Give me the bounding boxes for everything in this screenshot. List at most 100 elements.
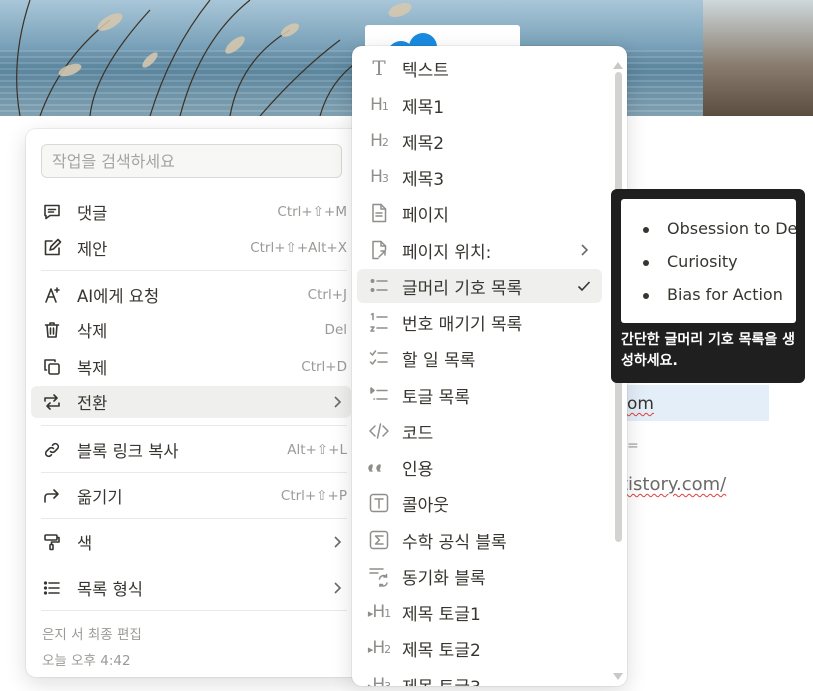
chevron-right-icon: [329, 394, 345, 410]
submenu-item-callout[interactable]: 콜아웃: [357, 486, 602, 520]
submenu-item-label: 코드: [402, 423, 434, 444]
menu-separator: [41, 425, 347, 426]
menu-item-delete[interactable]: 삭제 Del: [31, 314, 351, 346]
chevron-right-icon: [576, 242, 592, 258]
math-icon: [367, 528, 391, 552]
menu-item-turn-into[interactable]: 전환: [31, 386, 351, 418]
submenu-item-quote[interactable]: 인용: [357, 450, 602, 484]
submenu-item-heading3[interactable]: H3 제목3: [357, 160, 602, 194]
submenu-item-label: 제목 토글2: [402, 640, 481, 661]
list-format-icon: [41, 577, 63, 599]
toggle-list-icon: [367, 383, 391, 407]
menu-item-shortcut: Ctrl+⇧+P: [280, 488, 347, 504]
text-icon: T: [372, 56, 386, 80]
last-edited-by: 은지 서 최종 편집: [42, 627, 142, 643]
submenu-item-math-block[interactable]: 수학 공식 블록: [357, 523, 602, 557]
chevron-right-icon: [329, 580, 345, 596]
menu-item-color[interactable]: 색: [31, 526, 351, 558]
menu-separator: [41, 472, 347, 473]
submenu-item-code[interactable]: 코드: [357, 414, 602, 448]
preview-bullet-item: Bias for Action: [643, 285, 796, 318]
menu-item-shortcut: Del: [324, 322, 347, 338]
bulleted-list-icon: [367, 274, 391, 298]
code-icon: [367, 419, 391, 443]
scroll-down-arrow-icon[interactable]: [613, 673, 623, 680]
checkmark-icon: [576, 278, 592, 294]
submenu-item-numbered-list[interactable]: 번호 매기기 목록: [357, 305, 602, 339]
todo-list-icon: [367, 346, 391, 370]
submenu-item-label: 제목 토글1: [402, 604, 481, 625]
submenu-item-toggle-heading3[interactable]: ▸H3 제목 토글3: [357, 668, 602, 686]
menu-item-suggest[interactable]: 제안 Ctrl+⇧+Alt+X: [31, 232, 351, 264]
submenu-item-page[interactable]: 페이지: [357, 196, 602, 230]
ai-icon: [41, 284, 63, 306]
submenu-item-label: 글머리 기호 목록: [402, 278, 523, 299]
submenu-item-text[interactable]: T 텍스트: [357, 51, 602, 85]
submenu-item-toggle-heading1[interactable]: ▸H1 제목 토글1: [357, 595, 602, 629]
submenu-item-label: 인용: [402, 459, 434, 480]
background-text-fragment: om: [627, 394, 654, 414]
submenu-item-page-location[interactable]: 페이지 위치:: [357, 233, 602, 267]
menu-item-label: 복제: [77, 359, 108, 378]
menu-item-label: 삭제: [77, 322, 108, 341]
page-icon: [367, 201, 391, 225]
submenu-item-heading1[interactable]: H1 제목1: [357, 88, 602, 122]
submenu-item-label: 제목2: [402, 133, 445, 154]
background-text-fragment: =: [627, 438, 639, 454]
suggest-edit-icon: [41, 237, 63, 259]
submenu-item-label: 콜아웃: [402, 495, 449, 516]
submenu-item-toggle-list[interactable]: 토글 목록: [357, 378, 602, 412]
menu-item-ask-ai[interactable]: AI에게 요청 Ctrl+J: [31, 279, 351, 311]
menu-item-shortcut: Ctrl+⇧+Alt+X: [250, 240, 347, 256]
submenu-item-label: 페이지: [402, 205, 449, 226]
submenu-item-label: 토글 목록: [402, 387, 470, 408]
menu-separator: [41, 270, 347, 271]
toggle-heading2-icon: ▸H2: [367, 638, 391, 658]
preview-bullet-item: Obsession to Details: [643, 219, 796, 252]
menu-item-comment[interactable]: 댓글 Ctrl+⇧+M: [31, 196, 351, 228]
trash-icon: [41, 319, 63, 341]
submenu-item-label: 제목3: [402, 169, 445, 190]
submenu-item-toggle-heading2[interactable]: ▸H2 제목 토글2: [357, 631, 602, 665]
action-search-input[interactable]: [41, 144, 342, 178]
submenu-item-heading2[interactable]: H2 제목2: [357, 124, 602, 158]
preview-bullet-item: Curiosity: [643, 252, 796, 285]
menu-item-list-format[interactable]: 목록 형식: [31, 572, 351, 604]
scroll-up-arrow-icon[interactable]: [613, 62, 623, 69]
menu-item-label: 제안: [77, 240, 108, 259]
toggle-heading3-icon: ▸H3: [368, 675, 391, 686]
tooltip-description: 간단한 글머리 기호 목록을 생성하세요.: [621, 332, 796, 369]
menu-item-duplicate[interactable]: 복제 Ctrl+D: [31, 351, 351, 383]
submenu-item-synced-block[interactable]: 동기화 블록: [357, 559, 602, 593]
submenu-item-bulleted-list[interactable]: 글머리 기호 목록: [357, 269, 602, 303]
comment-icon: [41, 201, 63, 223]
sync-block-icon: [367, 564, 391, 588]
submenu-item-label: 동기화 블록: [402, 568, 486, 589]
menu-separator: [41, 518, 347, 519]
menu-separator: [41, 610, 347, 611]
background-link-fragment[interactable]: tistory.com/: [621, 474, 726, 495]
block-preview-tooltip: Obsession to Details Curiosity Bias for …: [611, 189, 805, 383]
heading3-icon: H3: [370, 167, 389, 187]
submenu-item-label: 텍스트: [402, 60, 449, 81]
turn-into-submenu: T 텍스트 H1 제목1 H2 제목2 H3 제목3 페이지 페이지 위치: 글…: [352, 46, 627, 686]
menu-item-label: 옮기기: [77, 488, 123, 507]
submenu-item-todo-list[interactable]: 할 일 목록: [357, 341, 602, 375]
chevron-right-icon: [329, 534, 345, 550]
menu-item-move[interactable]: 옮기기 Ctrl+⇧+P: [31, 480, 351, 512]
menu-item-label: 색: [77, 534, 93, 553]
page-move-icon: [367, 238, 391, 262]
menu-item-shortcut: Ctrl+⇧+M: [277, 204, 347, 220]
quote-icon: [367, 455, 391, 479]
numbered-list-icon: [367, 310, 391, 334]
move-icon: [41, 485, 63, 507]
preview-bullet-list: Obsession to Details Curiosity Bias for …: [643, 219, 796, 318]
menu-item-label: 목록 형식: [77, 580, 143, 599]
menu-item-copy-link[interactable]: 블록 링크 복사 Alt+⇧+L: [31, 434, 351, 466]
menu-item-label: AI에게 요청: [77, 287, 160, 306]
turn-into-icon: [41, 391, 63, 413]
submenu-item-label: 제목 토글3: [402, 673, 602, 687]
toggle-heading1-icon: ▸H1: [367, 602, 391, 622]
callout-icon: [367, 491, 391, 515]
submenu-item-label: 번호 매기기 목록: [402, 314, 523, 335]
